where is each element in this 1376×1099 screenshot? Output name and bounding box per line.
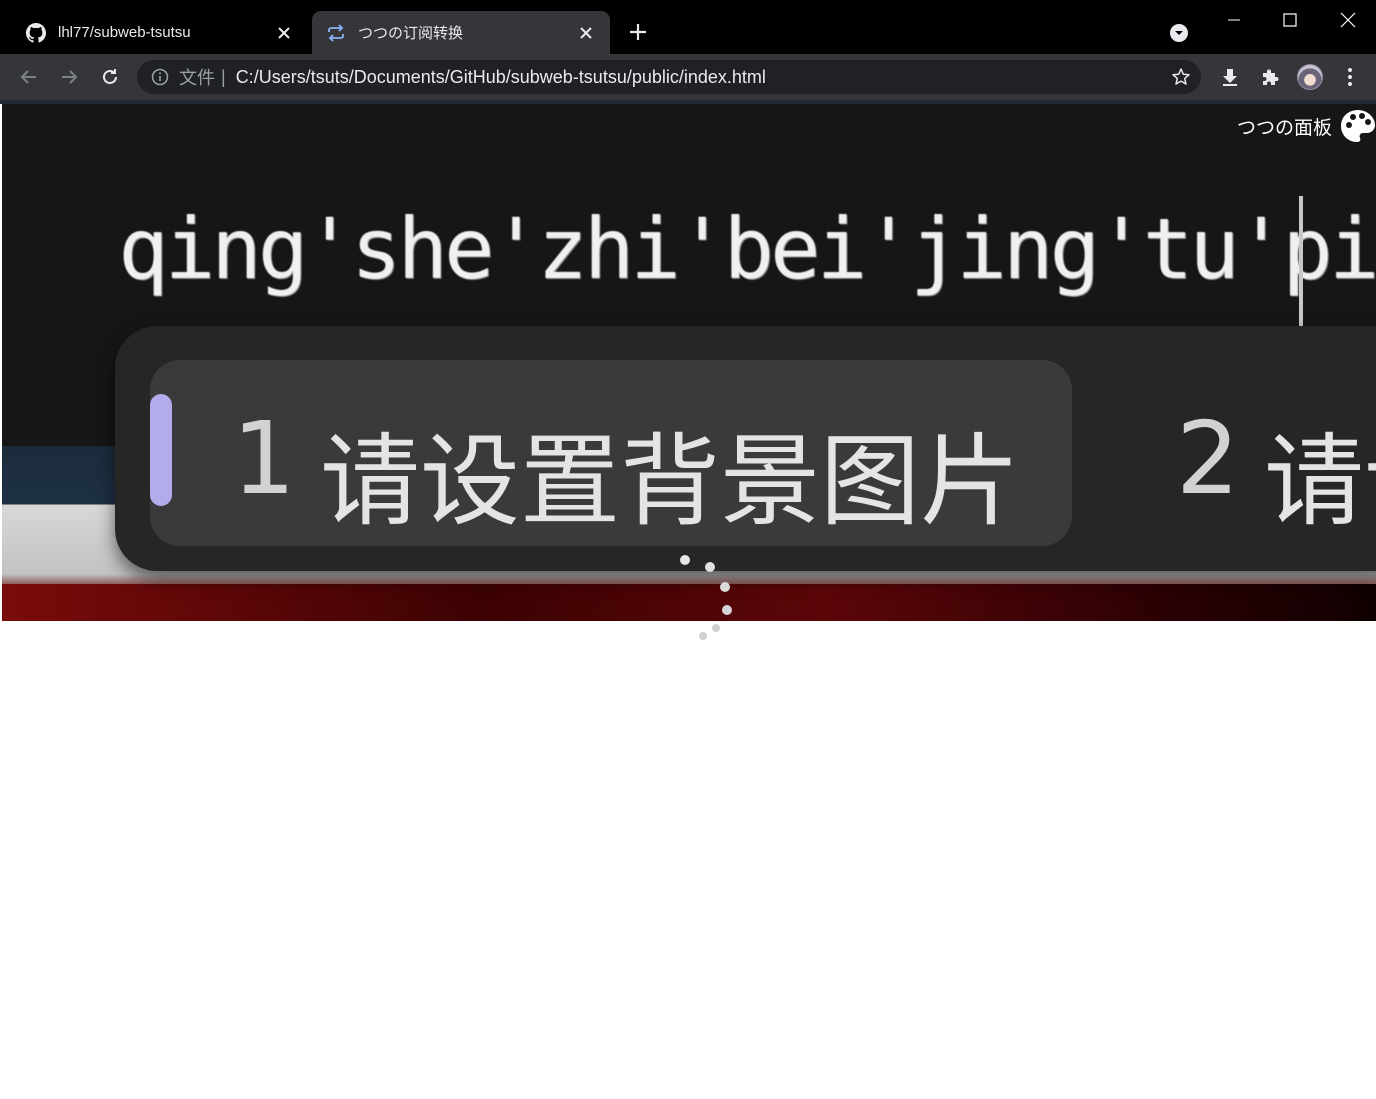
candidate-text: 请设 <box>1264 423 1376 540</box>
extensions-icon[interactable] <box>1255 62 1285 92</box>
back-button[interactable] <box>13 61 45 93</box>
palette-icon[interactable] <box>1340 108 1376 144</box>
tab-search-button[interactable] <box>1166 20 1192 46</box>
browser-toolbar: 文件 | C:/Users/tsuts/Documents/GitHub/sub… <box>0 54 1376 100</box>
tab-title: つつの订阅转换 <box>358 25 464 42</box>
url-text[interactable]: C:/Users/tsuts/Documents/GitHub/subweb-t… <box>236 67 766 88</box>
spinner-dot <box>712 624 720 632</box>
spinner-dot <box>705 562 715 572</box>
reload-button[interactable] <box>94 61 126 93</box>
info-icon[interactable] <box>150 67 170 87</box>
profile-avatar[interactable] <box>1295 62 1325 92</box>
menu-kebab-icon[interactable] <box>1335 62 1365 92</box>
address-bar[interactable]: 文件 | C:/Users/tsuts/Documents/GitHub/sub… <box>137 60 1201 94</box>
candidate-number: 1 <box>232 400 296 517</box>
loading-spinner <box>674 550 738 640</box>
close-window-button[interactable] <box>1320 0 1376 40</box>
avatar <box>1297 64 1323 90</box>
download-icon[interactable] <box>1215 62 1245 92</box>
tab-subconverter[interactable]: つつの订阅转换 <box>312 11 610 54</box>
address-separator: | <box>221 66 226 87</box>
tab-strip: lhl77/subweb-tsutsu つつの订阅转换 <box>0 0 1376 54</box>
tab-title: lhl77/subweb-tsutsu <box>58 24 191 41</box>
candidate-number: 2 <box>1176 400 1240 517</box>
ime-caret <box>1299 196 1303 326</box>
spinner-dot <box>699 632 707 640</box>
bookmark-star-icon[interactable] <box>1171 67 1191 87</box>
close-tab-icon[interactable] <box>274 23 294 43</box>
spinner-dot <box>720 582 730 592</box>
background-image: qing'she'zhi'bei'jing'tu'pian 1 请设置背景图片 … <box>2 104 1376 621</box>
ime-pinyin-composition: qing'she'zhi'bei'jing'tu'pian <box>118 200 1376 298</box>
page-viewport: qing'she'zhi'bei'jing'tu'pian 1 请设置背景图片 … <box>2 104 1376 1099</box>
candidate-text: 请设置背景图片 <box>320 423 1020 540</box>
maximize-button[interactable] <box>1262 0 1318 40</box>
panel-header[interactable]: つつの面板 <box>1237 110 1376 142</box>
spinner-dot <box>722 605 732 615</box>
security-chip: 文件 <box>179 68 215 88</box>
ime-candidate-marker <box>150 394 172 506</box>
github-icon <box>26 22 46 43</box>
spinner-dot <box>680 555 690 565</box>
tab-github[interactable]: lhl77/subweb-tsutsu <box>2 11 308 54</box>
close-tab-icon[interactable] <box>576 23 596 43</box>
panel-title[interactable]: つつの面板 <box>1237 113 1332 140</box>
forward-button[interactable] <box>53 61 85 93</box>
minimize-button[interactable] <box>1206 0 1262 40</box>
new-tab-button[interactable] <box>624 18 652 46</box>
repeat-icon <box>326 23 346 43</box>
